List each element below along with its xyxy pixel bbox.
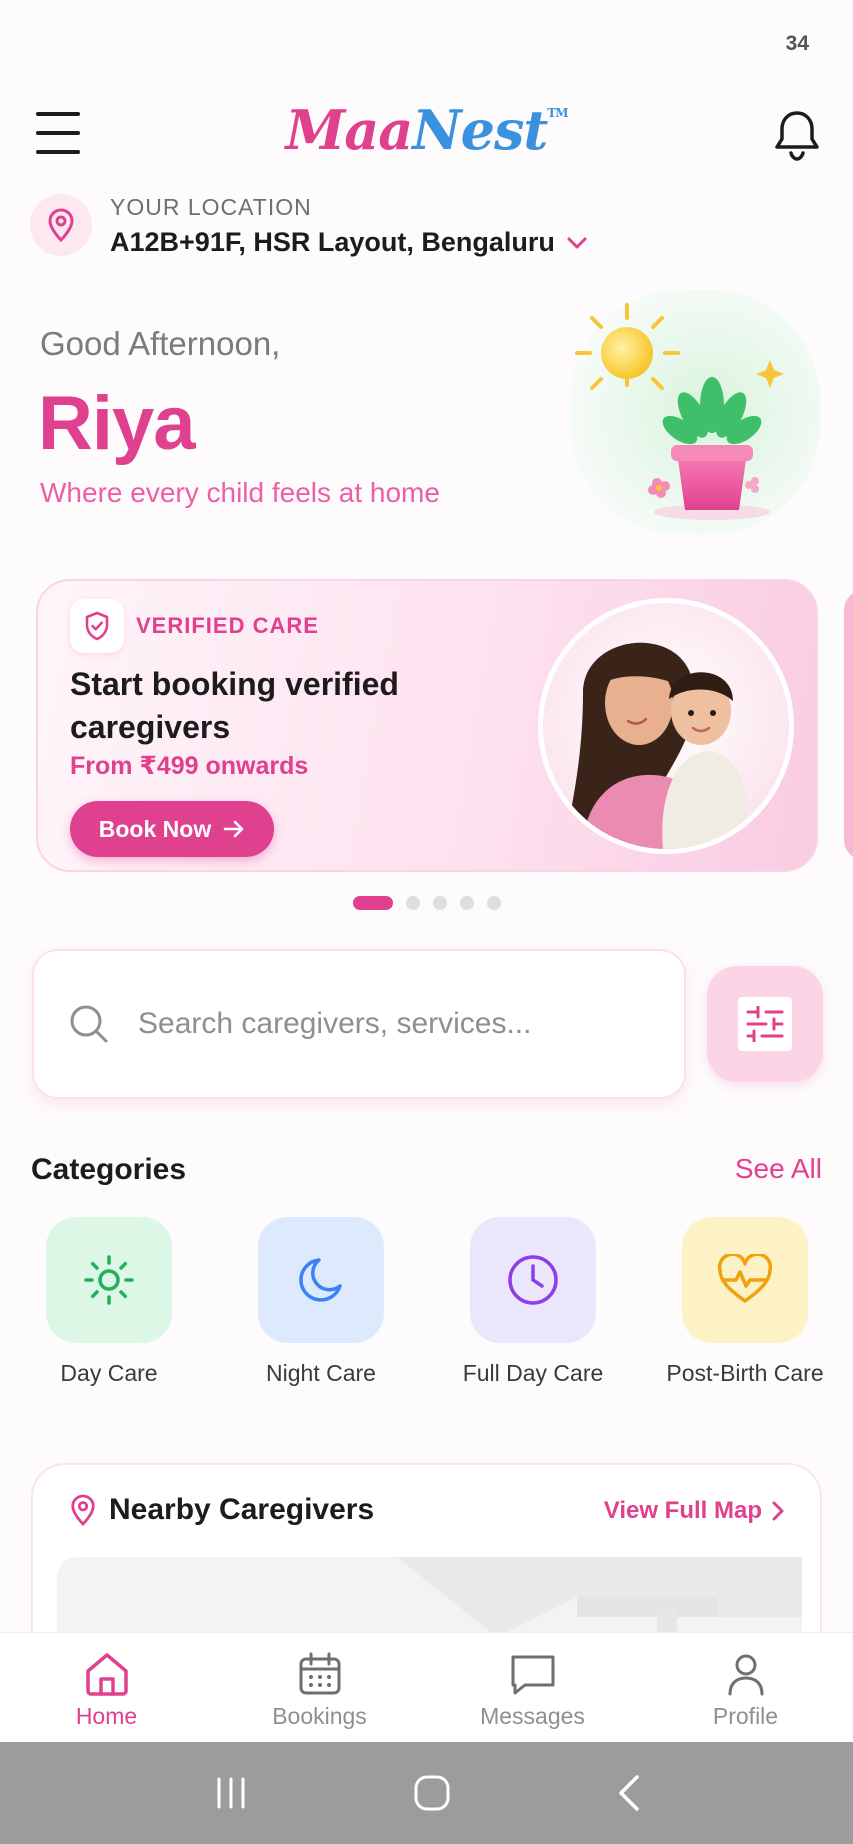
- sun-icon: [84, 1255, 134, 1305]
- back-icon[interactable]: [613, 1773, 643, 1813]
- tagline: Where every child feels at home: [40, 477, 440, 508]
- home-button-icon[interactable]: [412, 1773, 452, 1813]
- category-icon-box: [682, 1217, 808, 1343]
- user-name: Riya: [38, 381, 196, 466]
- nearby-title: Nearby Caregivers: [69, 1493, 374, 1527]
- category-icon-box: [46, 1217, 172, 1343]
- verified-badge: VERIFIED CARE: [136, 613, 319, 638]
- view-full-map-label: View Full Map: [603, 1497, 762, 1524]
- nav-bookings[interactable]: Bookings: [213, 1633, 426, 1742]
- clock-icon: [508, 1255, 558, 1305]
- category-label: Full Day Care: [462, 1360, 604, 1386]
- nav-messages[interactable]: Messages: [426, 1633, 639, 1742]
- nav-label: Bookings: [272, 1703, 367, 1729]
- shield-check-icon: [70, 599, 124, 653]
- next-banner-peek[interactable]: [844, 590, 853, 860]
- search-input[interactable]: [138, 1007, 638, 1041]
- nav-label: Profile: [712, 1703, 779, 1729]
- categories-row: Day Care Night Care Full Day Care Post-B…: [0, 1217, 853, 1389]
- nav-label: Home: [75, 1703, 138, 1729]
- category-label: Night Care: [266, 1360, 376, 1386]
- book-now-label: Book Now: [98, 815, 212, 842]
- calendar-icon: [299, 1652, 340, 1695]
- carousel-dot-active[interactable]: [352, 896, 393, 910]
- chevron-down-icon: [567, 237, 587, 248]
- recent-apps-icon[interactable]: [211, 1775, 251, 1811]
- nearby-title-text: Nearby Caregivers: [109, 1493, 375, 1526]
- categories-heading: Categories: [31, 1153, 187, 1186]
- category-icon-box: [470, 1217, 596, 1343]
- category-label: Post-Birth Care: [666, 1360, 824, 1386]
- search-icon: [70, 1005, 108, 1043]
- category-night-care[interactable]: Night Care: [215, 1217, 427, 1389]
- category-label: Day Care: [60, 1360, 158, 1386]
- moon-icon: [299, 1258, 342, 1302]
- carousel-dot[interactable]: [432, 896, 447, 910]
- arrow-right-icon: [223, 820, 244, 838]
- notification-bell-icon[interactable]: [771, 108, 823, 162]
- carousel-indicator: [0, 896, 853, 910]
- message-icon: [511, 1655, 554, 1695]
- nav-label: Messages: [480, 1703, 585, 1729]
- home-icon: [85, 1653, 128, 1696]
- location-pin-icon: [71, 1494, 95, 1526]
- book-now-button[interactable]: Book Now: [70, 801, 274, 857]
- mother-child-photo: [538, 598, 794, 854]
- category-post-birth-care[interactable]: Post-Birth Care: [639, 1217, 851, 1389]
- category-full-day-care[interactable]: Full Day Care: [427, 1217, 639, 1389]
- sun-plant-illustration: [565, 290, 830, 540]
- view-full-map-link[interactable]: View Full Map: [604, 1497, 784, 1525]
- app-logo: MaaNestTM: [285, 98, 568, 162]
- status-indicator: 34: [785, 32, 809, 55]
- banner-title: Start booking verified caregivers: [70, 666, 399, 745]
- carousel-dot[interactable]: [486, 896, 501, 910]
- nav-profile[interactable]: Profile: [639, 1633, 852, 1742]
- search-bar[interactable]: [32, 949, 686, 1099]
- greeting-salutation: Good Afternoon,: [40, 325, 281, 362]
- see-all-link[interactable]: See All: [735, 1153, 822, 1185]
- bottom-navigation: Home Bookings Messages Profile: [0, 1632, 853, 1742]
- heart-pulse-icon: [717, 1254, 773, 1303]
- location-selector[interactable]: A12B+91F, HSR Layout, Bengaluru: [110, 227, 589, 258]
- location-pin-icon: [30, 194, 92, 256]
- category-icon-box: [258, 1217, 384, 1343]
- location-label: YOUR LOCATION: [110, 194, 312, 220]
- system-navigation-bar: [0, 1742, 853, 1844]
- user-icon: [728, 1654, 763, 1696]
- carousel-dot[interactable]: [459, 896, 474, 910]
- carousel-dot[interactable]: [405, 896, 420, 910]
- banner-price: From ₹499 onwards: [70, 752, 309, 780]
- chevron-right-icon: [772, 1501, 784, 1521]
- sliders-icon: [738, 997, 792, 1051]
- category-day-care[interactable]: Day Care: [3, 1217, 215, 1389]
- promo-banner[interactable]: VERIFIED CARE Start booking verified car…: [36, 579, 818, 872]
- location-value: A12B+91F, HSR Layout, Bengaluru: [110, 227, 555, 257]
- filter-button[interactable]: [707, 966, 823, 1082]
- nav-home[interactable]: Home: [0, 1633, 213, 1742]
